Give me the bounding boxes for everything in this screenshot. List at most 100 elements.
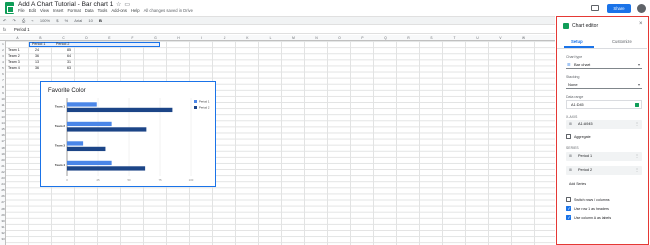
x-axis-chip[interactable]: ⊞ A1:A945 ⋮ xyxy=(566,120,642,129)
series-chip-period-2[interactable]: ⊞ Period 2 ⋮ xyxy=(566,166,642,175)
row-header[interactable]: 18 xyxy=(0,146,6,150)
row-header[interactable]: 14 xyxy=(0,121,6,125)
row-header[interactable]: 1 xyxy=(0,42,6,46)
row-header[interactable]: 32 xyxy=(0,231,6,235)
menu-edit[interactable]: Edit xyxy=(29,8,36,13)
comments-icon[interactable] xyxy=(591,5,599,11)
font-size-select[interactable]: 10 xyxy=(88,18,92,23)
row-header[interactable]: 29 xyxy=(0,213,6,217)
cell[interactable]: 36 xyxy=(35,66,39,70)
row-header[interactable]: 7 xyxy=(0,78,6,82)
zoom-select[interactable]: 100% xyxy=(40,18,50,23)
column-header[interactable]: T xyxy=(443,36,466,40)
column-header[interactable]: G xyxy=(144,36,167,40)
column-header[interactable]: A xyxy=(6,36,29,40)
cell[interactable]: Team 1 xyxy=(8,48,20,52)
row-header[interactable]: 11 xyxy=(0,103,6,107)
menu-help[interactable]: Help xyxy=(131,8,140,13)
data-range-input[interactable]: A1:D45 xyxy=(566,100,642,109)
bold-button[interactable]: B xyxy=(99,18,102,23)
row-header[interactable]: 10 xyxy=(0,97,6,101)
cell[interactable]: Team 3 xyxy=(8,60,20,64)
column-header[interactable]: S xyxy=(420,36,443,40)
column-header[interactable]: V xyxy=(489,36,512,40)
cell[interactable]: 63 xyxy=(67,66,71,70)
menu-file[interactable]: File xyxy=(18,8,25,13)
column-header[interactable]: J xyxy=(213,36,236,40)
cell[interactable]: 24 xyxy=(35,48,39,52)
column-header[interactable]: L xyxy=(259,36,282,40)
row-header[interactable]: 15 xyxy=(0,127,6,131)
row-header[interactable]: 5 xyxy=(0,66,6,70)
row-header[interactable]: 25 xyxy=(0,188,6,192)
menu-data[interactable]: Data xyxy=(85,8,94,13)
menu-view[interactable]: View xyxy=(40,8,49,13)
row-header[interactable]: 24 xyxy=(0,182,6,186)
redo-icon[interactable]: ↷ xyxy=(12,18,15,23)
column-header[interactable]: H xyxy=(167,36,190,40)
column-header[interactable]: D xyxy=(75,36,98,40)
column-header[interactable]: B xyxy=(29,36,52,40)
print-icon[interactable]: ⎙ xyxy=(22,18,25,23)
row-header[interactable]: 6 xyxy=(0,72,6,76)
row-header[interactable]: 4 xyxy=(0,60,6,64)
tab-customize[interactable]: Customize xyxy=(612,39,632,44)
cell[interactable]: 13 xyxy=(35,60,39,64)
cell[interactable]: 64 xyxy=(67,54,71,58)
row-header[interactable]: 19 xyxy=(0,152,6,156)
avatar[interactable] xyxy=(637,4,646,13)
row-header[interactable]: 31 xyxy=(0,225,6,229)
row-header[interactable]: 27 xyxy=(0,200,6,204)
more-vert-icon[interactable]: ⋮ xyxy=(635,167,639,172)
column-header[interactable]: W xyxy=(512,36,535,40)
row-header[interactable]: 2 xyxy=(0,48,6,52)
series-chip-period-1[interactable]: ⊞ Period 1 ⋮ xyxy=(566,152,642,161)
chart-type-select[interactable]: ☰ Bar chart ▾ xyxy=(566,60,642,69)
column-header[interactable]: E xyxy=(98,36,121,40)
saved-status[interactable]: All changes saved in Drive xyxy=(144,8,193,13)
more-vert-icon[interactable]: ⋮ xyxy=(635,153,639,158)
row-header[interactable]: 16 xyxy=(0,133,6,137)
chart[interactable]: Favorite Color 0 25 50 75 100 Team 1 Team 2 Team… xyxy=(40,81,216,187)
column-header[interactable]: Q xyxy=(374,36,397,40)
menu-format[interactable]: Format xyxy=(67,8,80,13)
cell[interactable]: Period 1 xyxy=(32,42,45,46)
stacking-select[interactable]: None ▾ xyxy=(566,80,642,89)
row-header[interactable]: 9 xyxy=(0,91,6,95)
sheets-logo-icon[interactable] xyxy=(5,2,14,14)
menu-insert[interactable]: Insert xyxy=(53,8,63,13)
row-header[interactable]: 3 xyxy=(0,54,6,58)
row-header[interactable]: 20 xyxy=(0,158,6,162)
document-title[interactable]: Add A Chart Tutorial - Bar chart 1 xyxy=(18,1,113,8)
column-header[interactable]: N xyxy=(305,36,328,40)
cell[interactable]: Team 4 xyxy=(8,66,20,70)
column-header[interactable]: I xyxy=(190,36,213,40)
row-header[interactable]: 33 xyxy=(0,237,6,241)
column-header[interactable]: F xyxy=(121,36,144,40)
percent-button[interactable]: % xyxy=(65,18,69,23)
column-header[interactable]: K xyxy=(236,36,259,40)
row-header[interactable]: 30 xyxy=(0,219,6,223)
aggregate-checkbox[interactable] xyxy=(566,134,571,139)
currency-button[interactable]: $ xyxy=(56,18,58,23)
paint-format-icon[interactable]: ⌁ xyxy=(31,18,33,23)
row-header[interactable]: 26 xyxy=(0,194,6,198)
cell[interactable]: Team 2 xyxy=(8,54,20,58)
menu-tools[interactable]: Tools xyxy=(98,8,108,13)
row-header[interactable]: 21 xyxy=(0,164,6,168)
column-header[interactable]: O xyxy=(328,36,351,40)
row-header[interactable]: 22 xyxy=(0,170,6,174)
add-series-button[interactable]: Add Series xyxy=(569,182,586,186)
menu-add-ons[interactable]: Add-ons xyxy=(111,8,127,13)
more-vert-icon[interactable]: ⋮ xyxy=(635,121,639,126)
font-select[interactable]: Arial xyxy=(74,18,82,23)
row-header[interactable]: 17 xyxy=(0,139,6,143)
formula-input[interactable]: Period 1 xyxy=(14,27,30,32)
cell[interactable]: 31 xyxy=(67,60,71,64)
cell[interactable]: 36 xyxy=(35,54,39,58)
cell[interactable]: Period 2 xyxy=(56,42,69,46)
column-header[interactable]: U xyxy=(466,36,489,40)
use-row-headers-checkbox[interactable] xyxy=(566,206,571,212)
column-header[interactable]: R xyxy=(397,36,420,40)
switch-rows-checkbox[interactable] xyxy=(566,197,571,202)
